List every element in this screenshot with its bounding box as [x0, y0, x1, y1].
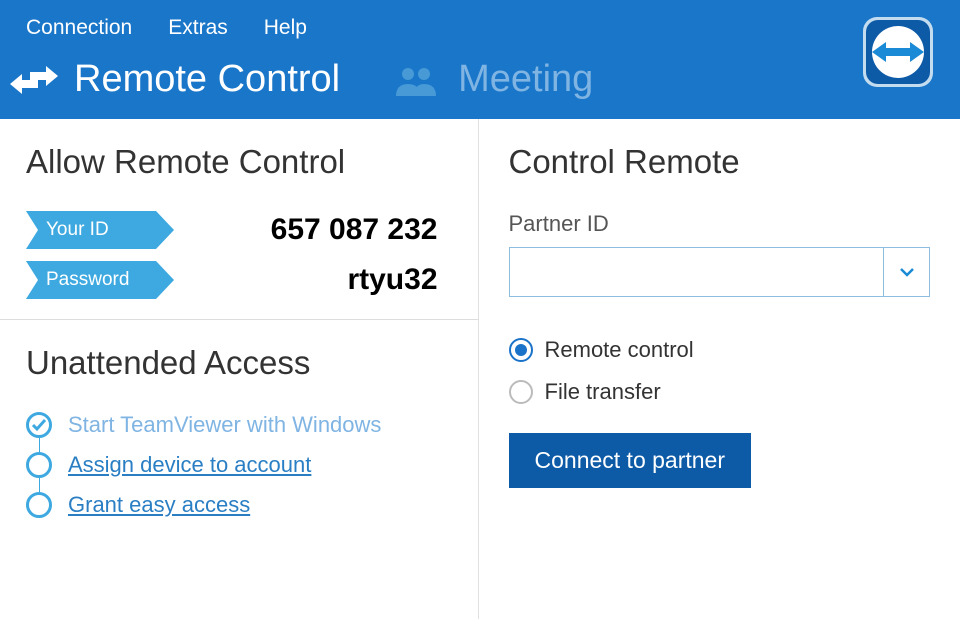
- arrows-icon: [8, 62, 60, 98]
- tab-meeting[interactable]: Meeting: [392, 58, 593, 101]
- your-id-label: Your ID: [26, 211, 156, 249]
- main-content: Allow Remote Control Your ID 657 087 232…: [0, 119, 960, 619]
- your-id-row: Your ID 657 087 232: [26, 211, 448, 249]
- circle-icon: [26, 452, 52, 478]
- tab-meeting-label: Meeting: [458, 58, 593, 101]
- app-header: Connection Extras Help Remote Control Me…: [0, 0, 960, 119]
- partner-id-field: [509, 247, 931, 297]
- main-tabs: Remote Control Meeting: [0, 48, 960, 119]
- radio-remote-control[interactable]: Remote control: [509, 337, 931, 363]
- radio-file-transfer[interactable]: File transfer: [509, 379, 931, 405]
- chevron-down-icon: [899, 267, 915, 277]
- tab-remote-label: Remote Control: [74, 58, 340, 101]
- checklist-item-grant-access[interactable]: Grant easy access: [26, 492, 448, 518]
- checklist-label[interactable]: Assign device to account: [68, 452, 311, 478]
- your-id-value: 657 087 232: [174, 213, 448, 247]
- tab-remote-control[interactable]: Remote Control: [8, 58, 340, 101]
- checklist-item-assign-device[interactable]: Assign device to account: [26, 452, 448, 478]
- password-value: rtyu32: [174, 263, 448, 297]
- password-label: Password: [26, 261, 156, 299]
- checklist-label: Start TeamViewer with Windows: [68, 412, 381, 438]
- allow-remote-title: Allow Remote Control: [26, 143, 448, 181]
- checklist-item-start-with-windows: Start TeamViewer with Windows: [26, 412, 448, 438]
- radio-icon: [509, 338, 533, 362]
- unattended-checklist: Start TeamViewer with Windows Assign dev…: [26, 412, 448, 518]
- control-remote-title: Control Remote: [509, 143, 931, 181]
- allow-remote-panel: Allow Remote Control Your ID 657 087 232…: [0, 119, 479, 619]
- unattended-title: Unattended Access: [26, 344, 448, 382]
- menu-connection[interactable]: Connection: [26, 16, 132, 40]
- radio-label: File transfer: [545, 379, 661, 405]
- menu-help[interactable]: Help: [264, 16, 307, 40]
- circle-icon: [26, 492, 52, 518]
- radio-label: Remote control: [545, 337, 694, 363]
- partner-id-input[interactable]: [510, 248, 884, 296]
- password-row: Password rtyu32: [26, 261, 448, 299]
- checklist-label[interactable]: Grant easy access: [68, 492, 250, 518]
- radio-icon: [509, 380, 533, 404]
- check-icon: [26, 412, 52, 438]
- partner-id-label: Partner ID: [509, 211, 931, 237]
- app-logo: [858, 12, 938, 92]
- menu-bar: Connection Extras Help: [0, 0, 960, 48]
- menu-extras[interactable]: Extras: [168, 16, 228, 40]
- people-icon: [392, 62, 444, 98]
- connection-mode-radios: Remote control File transfer: [509, 337, 931, 405]
- control-remote-panel: Control Remote Partner ID Remote control…: [479, 119, 960, 619]
- section-divider: [0, 319, 478, 320]
- partner-id-dropdown[interactable]: [883, 248, 929, 296]
- connect-button[interactable]: Connect to partner: [509, 433, 752, 488]
